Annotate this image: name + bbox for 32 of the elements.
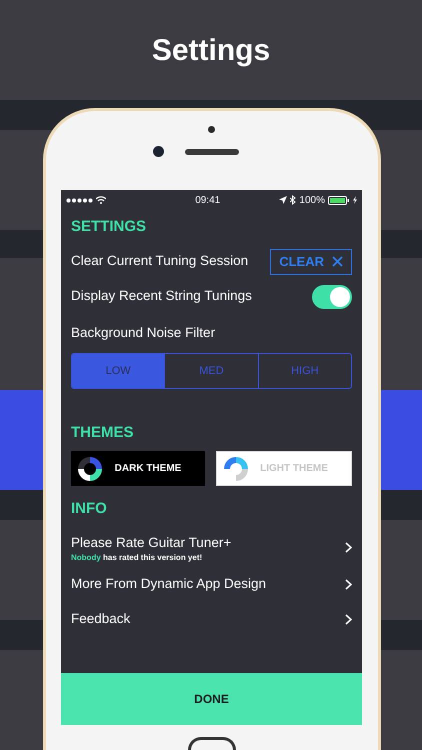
ring-icon <box>78 456 102 481</box>
section-heading: THEMES <box>71 422 135 443</box>
bluetooth-icon <box>290 195 296 205</box>
theme-button[interactable]: DARK THEME <box>71 451 205 486</box>
setting-label: Clear Current Tuning Session <box>71 252 248 270</box>
setting-label: Background Noise Filter <box>71 324 216 342</box>
chevron-icon <box>345 542 352 554</box>
info-row[interactable]: Please Rate Guitar Tuner+ Nobody has rated this version yet! <box>71 528 352 567</box>
chevron-icon <box>345 578 352 590</box>
battery-icon <box>328 196 350 204</box>
row-subtitle: Nobody has rated this version yet! <box>71 552 204 563</box>
speaker-grille <box>185 149 239 155</box>
section-heading: INFO <box>71 499 108 520</box>
battery-percent: 100% <box>299 194 325 208</box>
wifi-icon <box>96 196 106 204</box>
info-row[interactable]: More From Dynamic App Design <box>71 566 352 602</box>
signal-icon <box>66 198 93 202</box>
info-row[interactable]: Feedback <box>71 602 352 637</box>
ring-icon <box>224 456 248 481</box>
chevron-icon <box>345 614 352 625</box>
row-title: Feedback <box>71 610 130 628</box>
section-heading: SETTINGS <box>71 217 148 237</box>
charging-icon <box>352 196 357 204</box>
done-button[interactable]: DONE <box>61 673 362 725</box>
setting-label: Display Recent String Tunings <box>71 287 252 306</box>
location-icon <box>279 196 288 204</box>
status-time: 09:41 <box>194 194 220 208</box>
row-title: More From Dynamic App Design <box>71 575 266 594</box>
close-icon <box>332 256 343 267</box>
page-title: Settings <box>150 33 272 69</box>
row-title: Please Rate Guitar Tuner+ <box>71 534 232 552</box>
toggle-switch[interactable] <box>312 284 352 308</box>
